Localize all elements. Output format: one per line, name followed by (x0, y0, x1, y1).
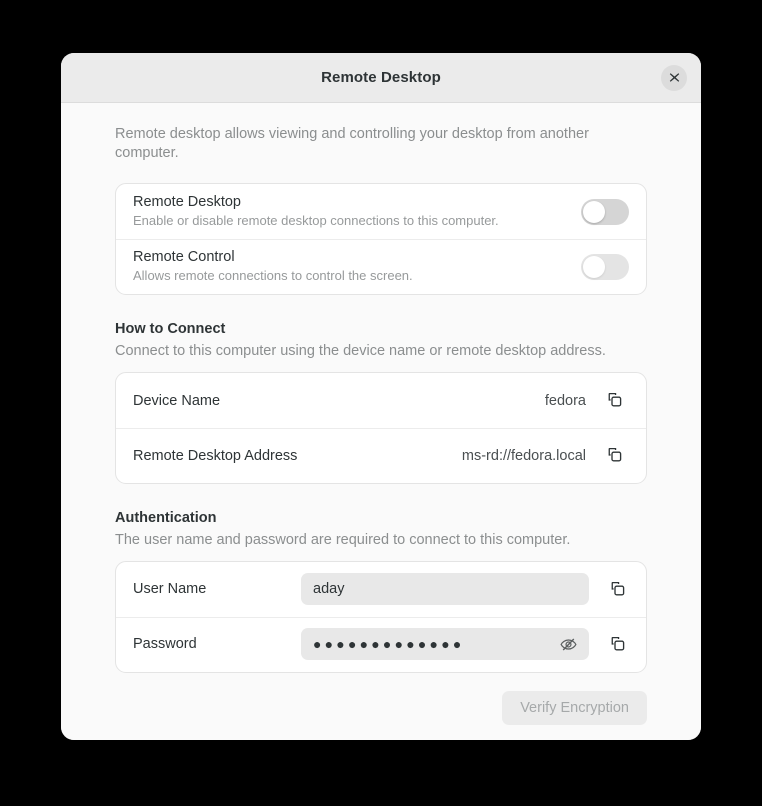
copy-password-button[interactable] (602, 629, 632, 659)
copy-icon (609, 581, 626, 598)
dialog-content: Remote desktop allows viewing and contro… (61, 103, 701, 740)
how-to-connect-card: Device Name fedora Remote Desktop Addres… (115, 372, 647, 485)
authentication-description: The user name and password are required … (115, 532, 571, 549)
toggle-knob (583, 255, 605, 278)
toggle-remote-desktop[interactable] (581, 198, 629, 225)
dialog-titlebar: Remote Desktop (61, 53, 701, 103)
dialog-title: Remote Desktop (321, 69, 441, 86)
password-label: Password (133, 636, 197, 653)
copy-icon (609, 636, 626, 653)
row-device-name: Device Name fedora (116, 373, 646, 428)
close-icon (669, 72, 680, 83)
password-input[interactable]: ●●●●●●●●●●●●● (301, 628, 589, 661)
how-to-connect-description: Connect to this computer using the devic… (115, 343, 606, 360)
toggle-remote-control[interactable] (581, 253, 629, 280)
row-user-name: User Name aday (116, 562, 646, 617)
row-remote-control: Remote Control Allows remote connections… (116, 239, 646, 294)
copy-user-name-button[interactable] (602, 574, 632, 604)
row-password: Password ●●●●●●●●●●●●● (116, 616, 646, 672)
copy-icon (606, 392, 623, 409)
screen: Remote Desktop Remote desktop allows vie… (0, 0, 762, 806)
remote-desktop-dialog: Remote Desktop Remote desktop allows vie… (61, 53, 701, 740)
row-remote-control-subtitle: Allows remote connections to control the… (133, 268, 413, 284)
remote-desktop-address-value: ms-rd://fedora.local (461, 447, 586, 464)
row-remote-desktop-address: Remote Desktop Address ms-rd://fedora.lo… (116, 428, 646, 483)
device-name-label: Device Name (133, 392, 221, 409)
remote-toggles-card: Remote Desktop Enable or disable remote … (115, 183, 647, 296)
verify-encryption-button[interactable]: Verify Encryption (502, 690, 647, 725)
row-remote-desktop-title: Remote Desktop (133, 194, 241, 211)
password-value: ●●●●●●●●●●●●● (313, 636, 465, 653)
remote-desktop-address-label: Remote Desktop Address (133, 447, 298, 464)
user-name-value: aday (313, 581, 345, 598)
close-button[interactable] (661, 64, 687, 91)
row-remote-control-title: Remote Control (133, 249, 235, 266)
authentication-heading: Authentication (115, 510, 217, 527)
device-name-value: fedora (544, 392, 586, 409)
row-remote-desktop-text: Remote Desktop Enable or disable remote … (133, 184, 567, 239)
row-remote-desktop: Remote Desktop Enable or disable remote … (116, 184, 646, 239)
row-remote-desktop-subtitle: Enable or disable remote desktop connect… (133, 213, 499, 229)
row-remote-control-text: Remote Control Allows remote connections… (133, 239, 567, 294)
dialog-footer: Verify Encryption (115, 690, 647, 725)
toggle-knob (583, 200, 605, 223)
toggle-password-visibility-button[interactable] (557, 633, 579, 655)
copy-device-name-button[interactable] (599, 386, 629, 416)
authentication-card: User Name aday Password ●●●●●●●●●●●●● (115, 560, 647, 673)
how-to-connect-heading: How to Connect (115, 321, 226, 338)
intro-description: Remote desktop allows viewing and contro… (115, 126, 589, 162)
user-name-input[interactable]: aday (301, 573, 589, 606)
copy-icon (606, 447, 623, 464)
copy-remote-desktop-address-button[interactable] (599, 441, 629, 471)
eye-off-icon (559, 636, 577, 653)
user-name-label: User Name (133, 581, 207, 598)
